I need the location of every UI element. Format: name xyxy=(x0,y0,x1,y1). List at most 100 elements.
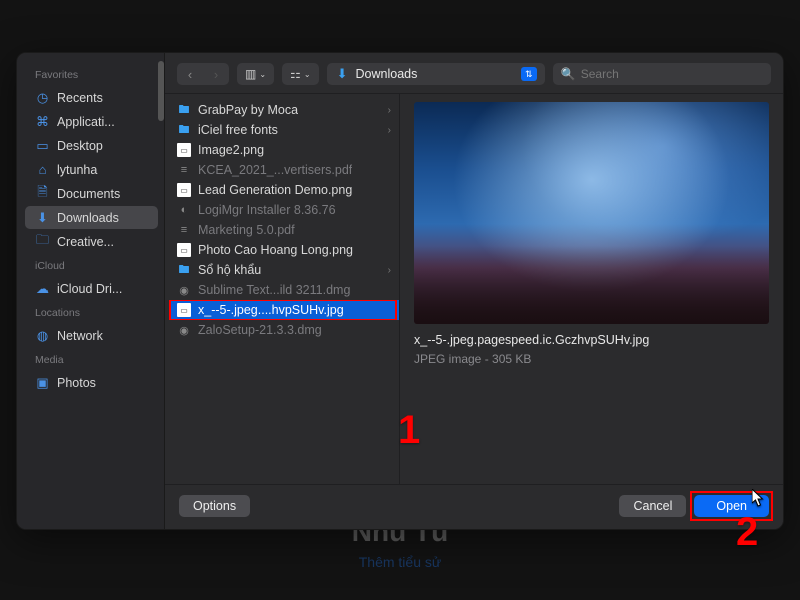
file-row[interactable]: 🖿 iCiel free fonts › xyxy=(169,120,399,140)
sidebar-item-label: Applicati... xyxy=(57,115,115,129)
file-row[interactable]: ≡ KCEA_2021_...vertisers.pdf xyxy=(169,160,399,180)
sidebar-item-network[interactable]: ◍ Network xyxy=(25,324,158,347)
file-name-label: Marketing 5.0.pdf xyxy=(198,223,295,237)
pdf-icon: ≡ xyxy=(177,163,191,177)
download-icon: ⬇ xyxy=(335,67,350,82)
preview-metadata: JPEG image - 305 KB xyxy=(414,352,769,366)
search-input[interactable] xyxy=(581,67,763,81)
content-area: 🖿 GrabPay by Moca › 🖿 iCiel free fonts › ▭ Imag… xyxy=(165,93,783,484)
sidebar-section-title: Locations xyxy=(25,301,164,323)
file-name-label: KCEA_2021_...vertisers.pdf xyxy=(198,163,352,177)
view-switcher: ▥⌄ xyxy=(237,63,274,85)
preview-thumbnail xyxy=(414,102,769,324)
file-name-label: Sổ hộ khẩu xyxy=(198,263,261,277)
forward-button[interactable]: › xyxy=(203,63,229,85)
sidebar-item-desktop[interactable]: ▭ Desktop xyxy=(25,134,158,157)
sidebar-item-creative[interactable]: 🗀 Creative... xyxy=(25,230,158,253)
location-popup[interactable]: ⬇ Downloads ⇅ xyxy=(327,63,545,85)
app-icon: ◐ xyxy=(177,203,191,217)
dialog-footer: Options Cancel Open xyxy=(165,484,783,529)
columns-view-button[interactable]: ▥⌄ xyxy=(237,63,274,85)
file-name-label: Photo Cao Hoang Long.png xyxy=(198,243,353,257)
pdf-icon: ≡ xyxy=(177,223,191,237)
search-icon: 🔍 xyxy=(561,67,576,81)
file-row[interactable]: ◉ ZaloSetup-21.3.3.dmg xyxy=(169,320,399,340)
file-name-label: x_--5-.jpeg....hvpSUHv.jpg xyxy=(198,303,344,317)
file-name-label: LogiMgr Installer 8.36.76 xyxy=(198,203,336,217)
sidebar-item-documents[interactable]: 🗎 Documents xyxy=(25,182,158,205)
sidebar-item-recents[interactable]: ◷ Recents xyxy=(25,86,158,109)
image-icon: ▭ xyxy=(177,243,191,257)
desktop-icon: ▭ xyxy=(35,138,50,153)
file-name-label: GrabPay by Moca xyxy=(198,103,298,117)
sidebar-section-title: Favorites xyxy=(25,63,164,85)
file-name-label: ZaloSetup-21.3.3.dmg xyxy=(198,323,322,337)
sidebar-item-photos[interactable]: ▣Photos xyxy=(25,371,158,394)
sidebar-item-label: Network xyxy=(57,329,103,343)
file-column[interactable]: 🖿 GrabPay by Moca › 🖿 iCiel free fonts › ▭ Imag… xyxy=(165,94,400,484)
cloud-icon: ☁ xyxy=(35,281,50,296)
file-row[interactable]: ▭ Photo Cao Hoang Long.png xyxy=(169,240,399,260)
folder-icon: 🗀 xyxy=(35,234,50,249)
sidebar-section-title: iCloud xyxy=(25,254,164,276)
cancel-button[interactable]: Cancel xyxy=(619,495,686,517)
sidebar-item-label: Downloads xyxy=(57,211,119,225)
sidebar: Favorites ◷ Recents ⌘ Applicati... ▭ Desktop ⌂ l… xyxy=(17,53,165,529)
sidebar-item-label: iCloud Dri... xyxy=(57,282,122,296)
file-name-label: iCiel free fonts xyxy=(198,123,278,137)
back-button[interactable]: ‹ xyxy=(177,63,203,85)
sidebar-item-downloads[interactable]: ⬇ Downloads xyxy=(25,206,158,229)
group-switcher: ⚏⌄ xyxy=(282,63,318,85)
file-row[interactable]: ◉ Sublime Text...ild 3211.dmg xyxy=(169,280,399,300)
folder-icon: 🖿 xyxy=(177,103,191,117)
download-icon: ⬇ xyxy=(35,210,50,225)
image-icon: ▭ xyxy=(177,143,191,157)
folder-icon: 🖿 xyxy=(177,123,191,137)
sidebar-item-lytunha[interactable]: ⌂ lytunha xyxy=(25,158,158,181)
open-button[interactable]: Open xyxy=(694,495,769,517)
preview-panel: x_--5-.jpeg.pagespeed.ic.GczhvpSUHv.jpg … xyxy=(400,94,783,484)
sidebar-item-label: Photos xyxy=(57,376,96,390)
file-row[interactable]: 🖿 GrabPay by Moca › xyxy=(169,100,399,120)
file-row[interactable]: ◐ LogiMgr Installer 8.36.76 xyxy=(169,200,399,220)
image-icon: ▭ xyxy=(177,303,191,317)
sidebar-item-label: lytunha xyxy=(57,163,97,177)
grid-view-button[interactable]: ⚏⌄ xyxy=(282,63,318,85)
main-panel: ‹ › ▥⌄ ⚏⌄ ⬇ Downloads ⇅ 🔍 🖿 GrabPay by Mo… xyxy=(165,53,783,529)
file-row[interactable]: ▭ Lead Generation Demo.png xyxy=(169,180,399,200)
app-icon: ⌘ xyxy=(35,114,50,129)
folder-icon: 🖿 xyxy=(177,263,191,277)
image-icon: ▭ xyxy=(177,183,191,197)
file-name-label: Image2.png xyxy=(198,143,264,157)
sidebar-section-title: Media xyxy=(25,348,164,370)
dmg-icon: ◉ xyxy=(177,323,191,337)
file-row[interactable]: 🖿Sổ hộ khẩu› xyxy=(169,260,399,280)
doc-icon: 🗎 xyxy=(35,186,50,201)
sidebar-item-applicati[interactable]: ⌘ Applicati... xyxy=(25,110,158,133)
sidebar-item-label: Desktop xyxy=(57,139,103,153)
home-icon: ⌂ xyxy=(35,162,50,177)
nav-buttons: ‹ › xyxy=(177,63,229,85)
file-name-label: Sublime Text...ild 3211.dmg xyxy=(198,283,350,297)
clock-icon: ◷ xyxy=(35,90,50,105)
globe-icon: ◍ xyxy=(35,328,50,343)
sidebar-item-label: Documents xyxy=(57,187,120,201)
sidebar-item-iclouddri[interactable]: ☁ iCloud Dri... xyxy=(25,277,158,300)
chevron-right-icon: › xyxy=(388,105,391,116)
sidebar-scrollbar[interactable] xyxy=(158,61,164,121)
file-row[interactable]: ≡ Marketing 5.0.pdf xyxy=(169,220,399,240)
dmg-icon: ◉ xyxy=(177,283,191,297)
chevron-up-down-icon: ⇅ xyxy=(521,67,537,81)
chevron-right-icon: › xyxy=(388,125,391,136)
file-row[interactable]: ▭ Image2.png xyxy=(169,140,399,160)
sidebar-item-label: Creative... xyxy=(57,235,114,249)
options-button[interactable]: Options xyxy=(179,495,250,517)
sidebar-item-label: Recents xyxy=(57,91,103,105)
location-label: Downloads xyxy=(356,67,515,81)
open-file-dialog: Favorites ◷ Recents ⌘ Applicati... ▭ Desktop ⌂ l… xyxy=(16,52,784,530)
toolbar: ‹ › ▥⌄ ⚏⌄ ⬇ Downloads ⇅ 🔍 xyxy=(165,53,783,93)
file-name-label: Lead Generation Demo.png xyxy=(198,183,352,197)
file-row[interactable]: ▭ x_--5-.jpeg....hvpSUHv.jpg xyxy=(169,300,399,320)
search-field[interactable]: 🔍 xyxy=(553,63,771,85)
preview-filename: x_--5-.jpeg.pagespeed.ic.GczhvpSUHv.jpg xyxy=(414,332,769,349)
